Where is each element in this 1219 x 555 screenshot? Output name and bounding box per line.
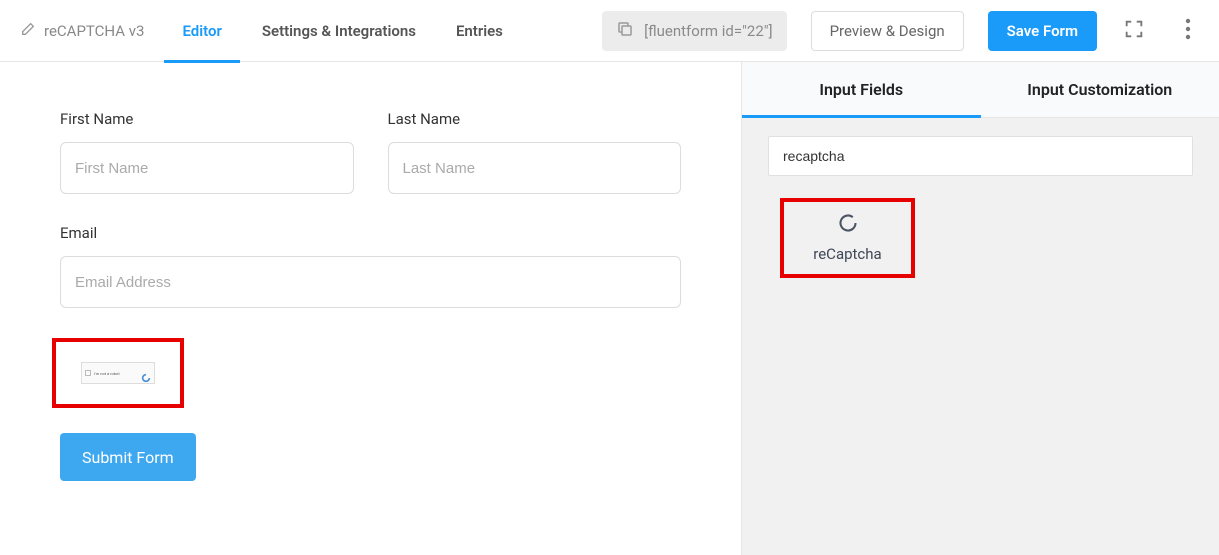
more-menu-button[interactable]: [1171, 11, 1205, 51]
last-name-field[interactable]: Last Name: [388, 110, 682, 194]
pencil-icon: [20, 21, 36, 41]
email-row: Email: [60, 224, 681, 308]
email-label: Email: [60, 224, 681, 242]
panel-tabs: Input Fields Input Customization: [742, 62, 1219, 118]
recaptcha-widget-text: I'm not a robot: [94, 371, 138, 376]
shortcode-pill[interactable]: [fluentform id="22"]: [602, 11, 786, 51]
tab-input-customization[interactable]: Input Customization: [981, 62, 1219, 117]
last-name-input[interactable]: [388, 142, 682, 194]
first-name-field[interactable]: First Name: [60, 110, 354, 194]
recaptcha-form-element[interactable]: I'm not a robot: [52, 338, 184, 408]
nav-editor[interactable]: Editor: [182, 0, 221, 62]
nav-settings[interactable]: Settings & Integrations: [262, 0, 416, 62]
last-name-label: Last Name: [388, 110, 682, 128]
email-input[interactable]: [60, 256, 681, 308]
first-name-label: First Name: [60, 110, 354, 128]
email-field[interactable]: Email: [60, 224, 681, 308]
form-canvas: First Name Last Name Email I'm not a rob…: [0, 62, 741, 555]
name-row: First Name Last Name: [60, 110, 681, 194]
checkbox-icon: [85, 370, 91, 376]
panel-body: reCaptcha: [742, 118, 1219, 296]
recaptcha-icon: [838, 213, 858, 237]
fullscreen-icon: [1123, 18, 1145, 44]
form-title-wrap[interactable]: reCAPTCHA v3: [20, 21, 144, 41]
field-search-row: [768, 136, 1193, 176]
top-bar: reCAPTCHA v3 Editor Settings & Integrati…: [0, 0, 1219, 62]
form-title: reCAPTCHA v3: [44, 22, 144, 40]
side-panel: Input Fields Input Customization reCaptc…: [741, 62, 1219, 555]
fullscreen-button[interactable]: [1117, 11, 1151, 51]
nav-entries[interactable]: Entries: [456, 0, 503, 62]
main-split: First Name Last Name Email I'm not a rob…: [0, 62, 1219, 555]
save-form-button[interactable]: Save Form: [988, 11, 1097, 51]
first-name-input[interactable]: [60, 142, 354, 194]
more-vertical-icon: [1185, 18, 1191, 44]
field-item-recaptcha[interactable]: reCaptcha: [780, 198, 915, 278]
field-item-label: reCaptcha: [813, 245, 881, 263]
field-search-input[interactable]: [768, 136, 1193, 176]
shortcode-text: [fluentform id="22"]: [644, 22, 772, 40]
tab-input-fields[interactable]: Input Fields: [742, 62, 981, 117]
preview-button[interactable]: Preview & Design: [811, 11, 964, 51]
copy-icon: [616, 20, 634, 42]
recaptcha-widget: I'm not a robot: [81, 362, 155, 384]
submit-button[interactable]: Submit Form: [60, 433, 196, 481]
main-nav: Editor Settings & Integrations Entries: [182, 0, 502, 62]
recaptcha-logo-icon: [141, 368, 151, 378]
